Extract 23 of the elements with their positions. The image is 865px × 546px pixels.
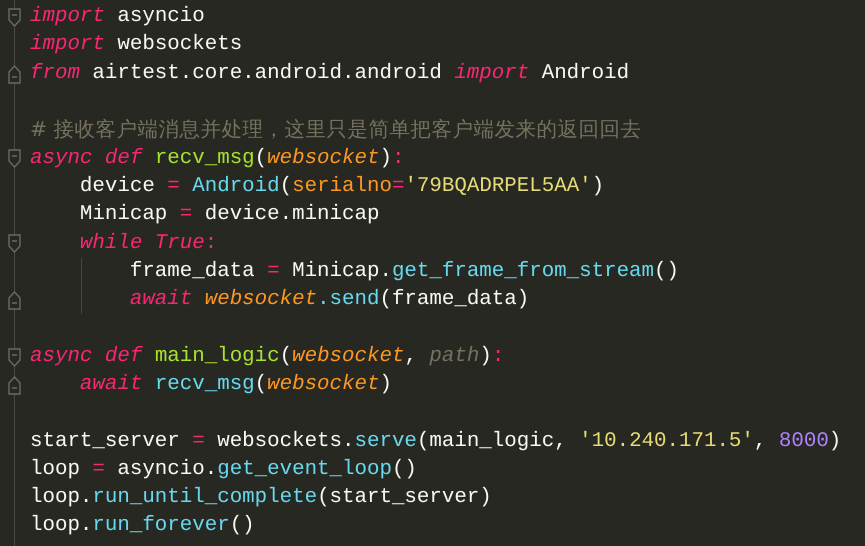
- code-line: loop.run_until_complete(start_server): [30, 485, 492, 512]
- code-line: await recv_msg(websocket): [78, 372, 392, 398]
- code-line: import websockets: [30, 32, 242, 58]
- code-line: async def main_logic(websocket, path):: [30, 344, 504, 370]
- code-comment: # 接收客户端消息并处理，这里只是简单把客户端发来的返回回去: [30, 116, 642, 143]
- code-line: frame_data = Minicap.get_frame_from_stream(): [128, 258, 679, 285]
- code-line: device = Android(serialno='79BQADRPEL5AA'): [78, 174, 604, 200]
- code-line: from airtest.core.android.android import Android: [30, 60, 630, 87]
- fold-start-icon[interactable]: [8, 348, 21, 367]
- code-line: await websocket.send(frame_data): [128, 287, 530, 314]
- code-line: start_server = websockets.serve(main_logic, '10.240.171.5', 8000): [30, 428, 842, 455]
- fold-start-icon[interactable]: [8, 234, 21, 254]
- fold-start-icon[interactable]: [8, 149, 21, 168]
- code-line: loop.run_forever(): [30, 513, 255, 540]
- code-line: while True:: [78, 230, 218, 257]
- fold-start-icon[interactable]: [8, 8, 21, 27]
- fold-end-icon[interactable]: [8, 376, 21, 395]
- code-line: import asyncio: [30, 4, 205, 30]
- fold-end-icon[interactable]: [8, 290, 21, 310]
- code-line: loop = asyncio.get_event_loop(): [30, 456, 417, 483]
- code-line: async def recv_msg(websocket):: [30, 146, 404, 172]
- fold-end-icon[interactable]: [8, 64, 21, 84]
- code-line: Minicap = device.minicap: [78, 202, 380, 228]
